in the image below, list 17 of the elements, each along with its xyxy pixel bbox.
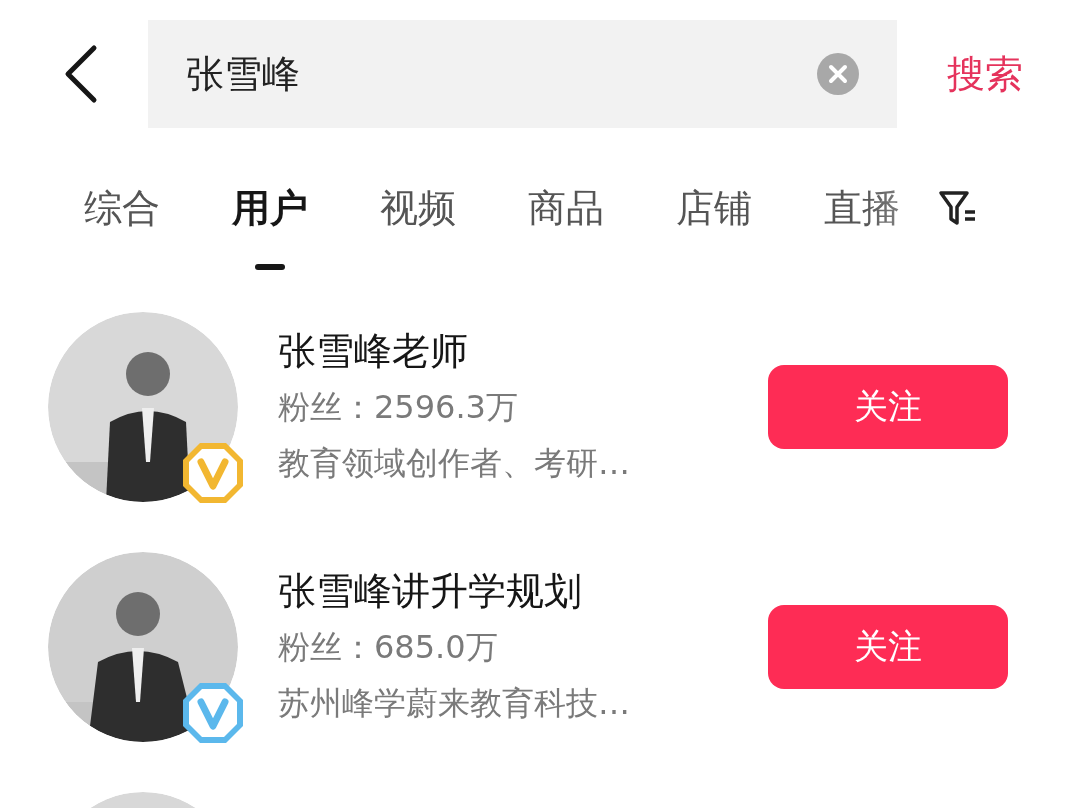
follow-button[interactable]: 关注 <box>768 605 1008 689</box>
user-bio: 教育领域创作者、考研… <box>278 443 631 484</box>
user-name: 张雪峰讲升学规划 <box>278 568 583 615</box>
tab[interactable]: 直播 <box>824 172 900 270</box>
search-field[interactable]: 张雪峰 <box>148 20 897 128</box>
follow-button[interactable]: 关注 <box>768 365 1008 449</box>
follower-count: 粉丝：2596.3万 <box>278 387 519 428</box>
tab[interactable]: 用户 <box>232 172 308 270</box>
tab[interactable]: 视频 <box>380 172 456 270</box>
user-name: 张雪峰老师 <box>278 328 469 375</box>
tab[interactable]: 商品 <box>528 172 604 270</box>
tab[interactable]: 综合 <box>84 172 160 270</box>
filter-icon[interactable] <box>938 188 978 228</box>
search-button[interactable]: 搜索 <box>947 48 1023 100</box>
follower-count: 粉丝：685.0万 <box>278 627 499 668</box>
user-bio: 苏州峰学蔚来教育科技… <box>278 683 631 724</box>
tab[interactable]: 店铺 <box>676 172 752 270</box>
